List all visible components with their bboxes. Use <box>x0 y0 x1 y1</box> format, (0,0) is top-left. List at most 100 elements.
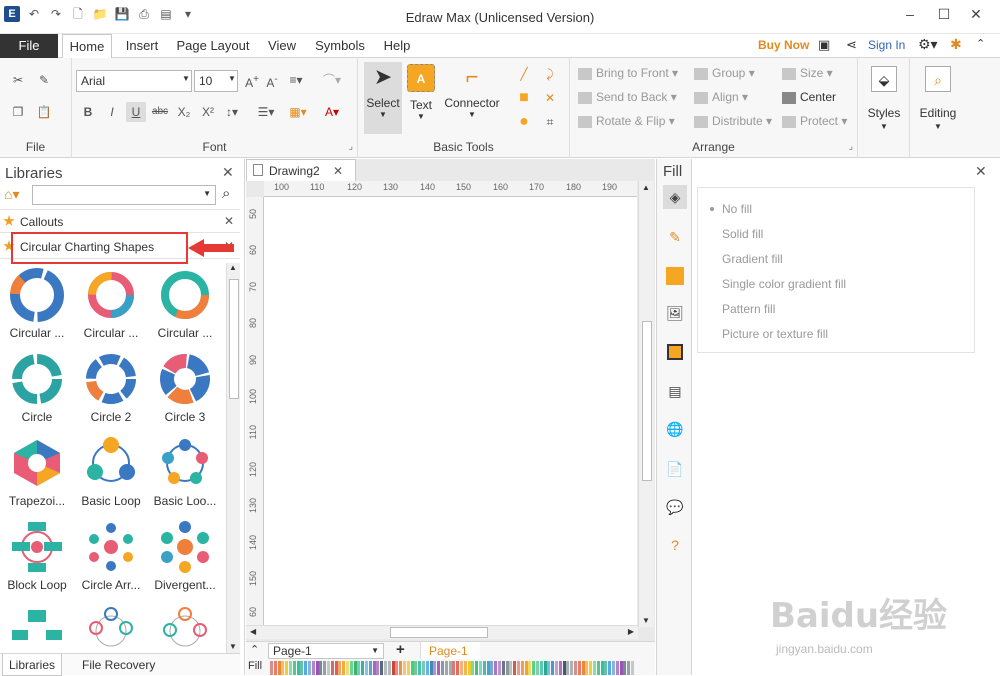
color-swatch[interactable] <box>615 661 619 675</box>
color-swatch[interactable] <box>479 661 482 675</box>
minimize-icon[interactable]: – <box>898 6 922 22</box>
cross-icon[interactable]: ✕ <box>540 88 560 108</box>
superscript-icon[interactable]: X² <box>198 102 218 122</box>
color-swatch[interactable] <box>619 661 623 675</box>
tab-home[interactable]: Home <box>62 34 112 59</box>
bring-to-front-button[interactable]: Bring to Front ▾ <box>578 64 678 82</box>
protect-button[interactable]: Protect ▾ <box>782 112 847 130</box>
scroll-down-icon[interactable]: ▼ <box>229 642 237 651</box>
text-button[interactable]: A Text ▼ <box>404 62 438 121</box>
send-to-back-button[interactable]: Send to Back ▾ <box>578 88 677 106</box>
color-swatch[interactable] <box>562 661 566 675</box>
bullets-icon[interactable]: ☰▾ <box>256 102 276 122</box>
color-swatch[interactable] <box>425 661 429 675</box>
library-scrollbar[interactable]: ▲ ▼ <box>226 263 240 653</box>
color-swatch[interactable] <box>308 661 311 675</box>
center-button[interactable]: Center <box>782 88 836 106</box>
settings-gear-icon[interactable]: ⚙▾ <box>918 36 938 53</box>
hyperlink-panel-icon[interactable]: 🌐 <box>663 417 687 441</box>
color-swatch[interactable] <box>285 661 289 675</box>
color-swatch[interactable] <box>482 661 486 675</box>
subscript-icon[interactable]: X₂ <box>174 102 194 122</box>
color-swatch[interactable] <box>380 661 384 675</box>
color-swatch[interactable] <box>300 661 304 675</box>
color-swatch[interactable] <box>600 661 604 675</box>
scroll-right-icon[interactable]: ▶ <box>628 627 634 636</box>
styles-button[interactable]: ⬙ Styles ▼ <box>862 62 906 131</box>
close-icon[interactable]: ✕ <box>224 214 234 228</box>
curve-icon[interactable]: ⌒▾ <box>322 70 342 90</box>
strikethrough-icon[interactable]: abc <box>150 102 170 122</box>
rectangle-icon[interactable]: ■ <box>514 88 534 108</box>
apps-icon[interactable]: ✱ <box>950 36 962 53</box>
italic-icon[interactable]: I <box>102 102 122 122</box>
fill-option-single-gradient[interactable]: Single color gradient fill <box>722 277 846 291</box>
color-swatch[interactable] <box>494 661 498 675</box>
color-swatch[interactable] <box>532 661 536 675</box>
color-swatch[interactable] <box>543 661 547 675</box>
color-swatch[interactable] <box>361 661 365 675</box>
color-swatch[interactable] <box>460 661 463 675</box>
page-panel-icon[interactable]: ▤ <box>663 379 687 403</box>
dialog-launcher-icon[interactable]: ⌟ <box>349 141 353 152</box>
shape-trapezoid[interactable]: Trapezoi... <box>0 432 74 516</box>
color-swatch[interactable] <box>498 661 501 675</box>
color-swatch[interactable] <box>517 661 520 675</box>
color-swatch[interactable] <box>368 661 372 675</box>
format-painter-icon[interactable]: ✎ <box>34 70 54 90</box>
color-swatch[interactable] <box>414 661 418 675</box>
layer-panel-icon[interactable] <box>663 339 687 363</box>
document-tab[interactable]: Drawing2 ✕ <box>246 159 356 181</box>
buy-now-link[interactable]: Buy Now <box>758 38 809 52</box>
color-swatch[interactable] <box>441 661 444 675</box>
color-swatch[interactable] <box>577 661 581 675</box>
color-swatch[interactable] <box>418 661 422 675</box>
tab-page-layout[interactable]: Page Layout <box>174 34 252 58</box>
color-swatch[interactable] <box>410 661 414 675</box>
color-swatch[interactable] <box>296 661 300 675</box>
color-swatch[interactable] <box>536 661 539 675</box>
close-icon[interactable]: ✕ <box>222 164 234 181</box>
canvas-horizontal-scrollbar[interactable]: ◀ ▶ <box>246 625 638 639</box>
color-swatch[interactable] <box>471 661 475 675</box>
curve-tool-icon[interactable]: ⤸ <box>540 64 560 84</box>
color-palette[interactable]: Fill <box>246 659 655 675</box>
scroll-up-icon[interactable]: ▲ <box>229 263 237 272</box>
shape-basic-loop[interactable]: Basic Loop <box>74 432 148 516</box>
close-icon[interactable]: ✕ <box>333 160 343 182</box>
shape-circle[interactable]: Circle <box>0 348 74 432</box>
color-swatch[interactable] <box>520 661 524 675</box>
share-icon[interactable]: ⋖ <box>846 37 857 53</box>
color-swatch[interactable] <box>452 661 456 675</box>
color-swatch[interactable] <box>570 661 574 675</box>
shadow-panel-icon[interactable] <box>663 263 687 287</box>
color-swatch[interactable] <box>444 661 448 675</box>
shape-circular-1[interactable]: Circular ... <box>0 264 74 348</box>
fill-option-no-fill[interactable]: No fill <box>710 202 752 216</box>
line-spacing-icon[interactable]: ↕▾ <box>222 102 242 122</box>
distribute-button[interactable]: Distribute ▾ <box>694 112 772 130</box>
color-swatch[interactable] <box>505 661 509 675</box>
shape-basic-loop-2[interactable]: Basic Loo... <box>148 432 222 516</box>
color-swatch[interactable] <box>456 661 460 675</box>
image-panel-icon[interactable]: 🖼 <box>663 301 687 325</box>
color-swatch[interactable] <box>585 661 589 675</box>
search-icon[interactable]: ⌕ <box>222 185 230 202</box>
color-swatch[interactable] <box>429 661 433 675</box>
font-name-select[interactable]: Arial <box>76 70 192 92</box>
color-swatch[interactable] <box>399 661 403 675</box>
account-icon[interactable]: ▣ <box>818 37 830 53</box>
color-swatch[interactable] <box>403 661 406 675</box>
color-swatch[interactable] <box>631 661 634 675</box>
color-swatch[interactable] <box>372 661 376 675</box>
maximize-icon[interactable]: ☐ <box>932 6 956 23</box>
add-page-icon[interactable]: + <box>396 641 405 658</box>
color-swatch[interactable] <box>448 661 452 675</box>
color-swatch[interactable] <box>513 661 517 675</box>
color-swatch[interactable] <box>623 661 627 675</box>
page-tab[interactable]: Page-1 <box>420 642 480 660</box>
shape-circle-2[interactable]: Circle 2 <box>74 348 148 432</box>
line-icon[interactable]: ╱ <box>514 64 534 84</box>
color-swatch[interactable] <box>384 661 387 675</box>
color-swatch[interactable] <box>342 661 346 675</box>
